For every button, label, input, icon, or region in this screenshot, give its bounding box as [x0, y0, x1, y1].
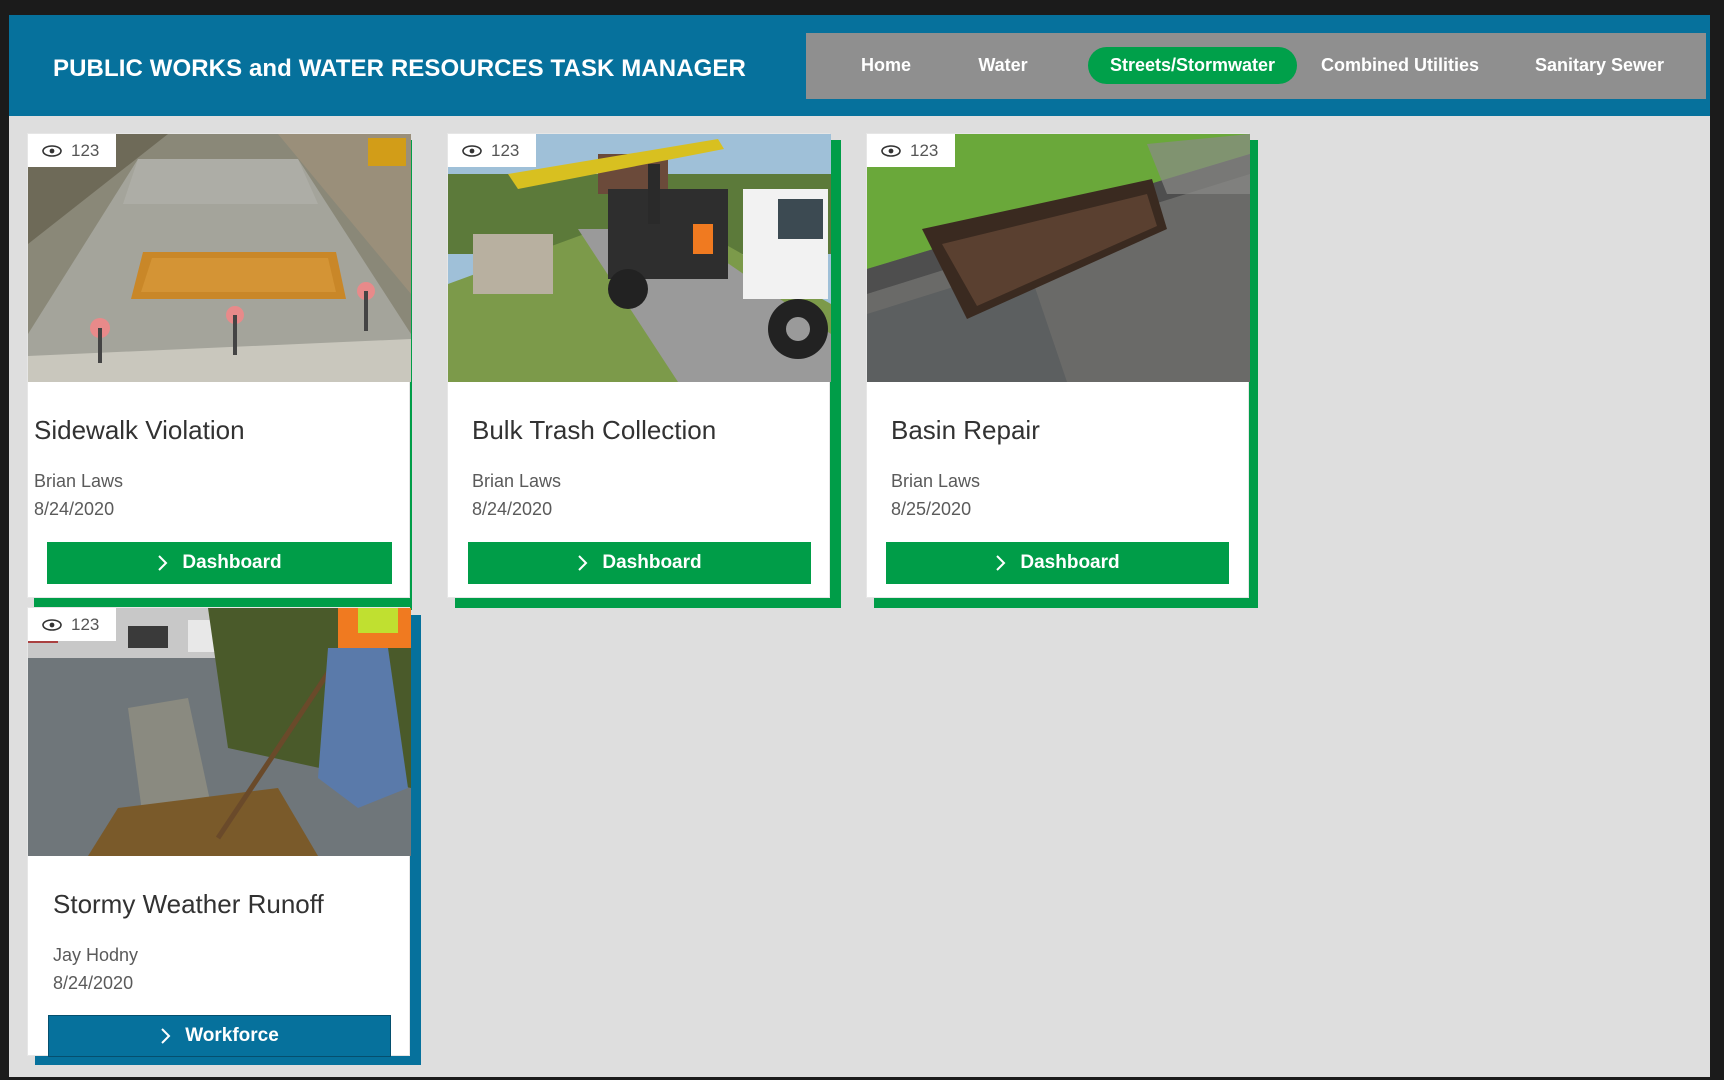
nav-sanitary-sewer[interactable]: Sanitary Sewer — [1508, 47, 1691, 84]
eye-icon — [42, 144, 62, 157]
card-title[interactable]: Basin Repair — [891, 415, 1040, 446]
app-title: PUBLIC WORKS and WATER RESOURCES TASK MA… — [53, 55, 746, 82]
card-owner: Brian Laws — [34, 471, 124, 491]
eye-icon — [42, 618, 62, 631]
card-bulk-trash-collection[interactable]: 123 Bulk Trash Collection Brian Laws 8/2… — [447, 133, 831, 598]
card-basin-repair[interactable]: 123 Basin Repair Brian Laws 8/25/2020 Da… — [866, 133, 1250, 598]
workforce-button[interactable]: Workforce — [48, 1015, 391, 1057]
card-thumbnail[interactable] — [867, 134, 1250, 382]
chevron-right-icon — [578, 555, 588, 571]
chevron-right-icon — [161, 1028, 171, 1044]
dashboard-button[interactable]: Dashboard — [47, 542, 392, 584]
card-owner: Brian Laws — [891, 471, 981, 491]
card-thumbnail[interactable] — [448, 134, 831, 382]
view-count-value: 123 — [491, 140, 520, 160]
dashboard-button-label: Dashboard — [602, 552, 702, 573]
card-title[interactable]: Sidewalk Violation — [34, 415, 245, 446]
eye-icon — [462, 144, 482, 157]
view-count-value: 123 — [71, 140, 100, 160]
chevron-right-icon — [996, 555, 1006, 571]
nav-streets-stormwater[interactable]: Streets/Stormwater — [1088, 47, 1297, 84]
workforce-button-label: Workforce — [185, 1025, 279, 1046]
card-title[interactable]: Stormy Weather Runoff — [53, 889, 324, 920]
chevron-right-icon — [158, 555, 168, 571]
nav-water[interactable]: Water — [946, 47, 1060, 84]
app-window: PUBLIC WORKS and WATER RESOURCES TASK MA… — [9, 15, 1710, 1077]
view-count: 123 — [867, 134, 955, 167]
view-count-value: 123 — [71, 614, 100, 634]
dashboard-button[interactable]: Dashboard — [468, 542, 811, 584]
header-bar: PUBLIC WORKS and WATER RESOURCES TASK MA… — [9, 15, 1710, 116]
dashboard-button-label: Dashboard — [182, 552, 282, 573]
card-owner: Jay Hodny — [53, 945, 139, 965]
nav-bar: Home Water Streets/Stormwater Combined U… — [806, 33, 1706, 99]
view-count: 123 — [28, 608, 116, 641]
card-stormy-weather-runoff[interactable]: 123 Stormy Weather Runoff Jay Hodny 8/24… — [27, 607, 411, 1057]
card-title[interactable]: Bulk Trash Collection — [472, 415, 716, 446]
card-date: 8/24/2020 — [53, 973, 134, 993]
card-date: 8/24/2020 — [34, 499, 115, 519]
card-owner: Brian Laws — [472, 471, 562, 491]
card-thumbnail[interactable] — [28, 134, 411, 382]
nav-combined-utilities[interactable]: Combined Utilities — [1299, 47, 1501, 84]
nav-home[interactable]: Home — [826, 47, 946, 84]
dashboard-button-label: Dashboard — [1020, 552, 1120, 573]
card-thumbnail[interactable] — [28, 608, 411, 856]
view-count: 123 — [28, 134, 116, 167]
view-count-value: 123 — [910, 140, 939, 160]
card-sidewalk-violation[interactable]: 123 Sidewalk Violation Brian Laws 8/24/2… — [27, 133, 411, 598]
eye-icon — [881, 144, 901, 157]
view-count: 123 — [448, 134, 536, 167]
card-date: 8/25/2020 — [891, 499, 972, 519]
dashboard-button[interactable]: Dashboard — [886, 542, 1229, 584]
card-date: 8/24/2020 — [472, 499, 553, 519]
